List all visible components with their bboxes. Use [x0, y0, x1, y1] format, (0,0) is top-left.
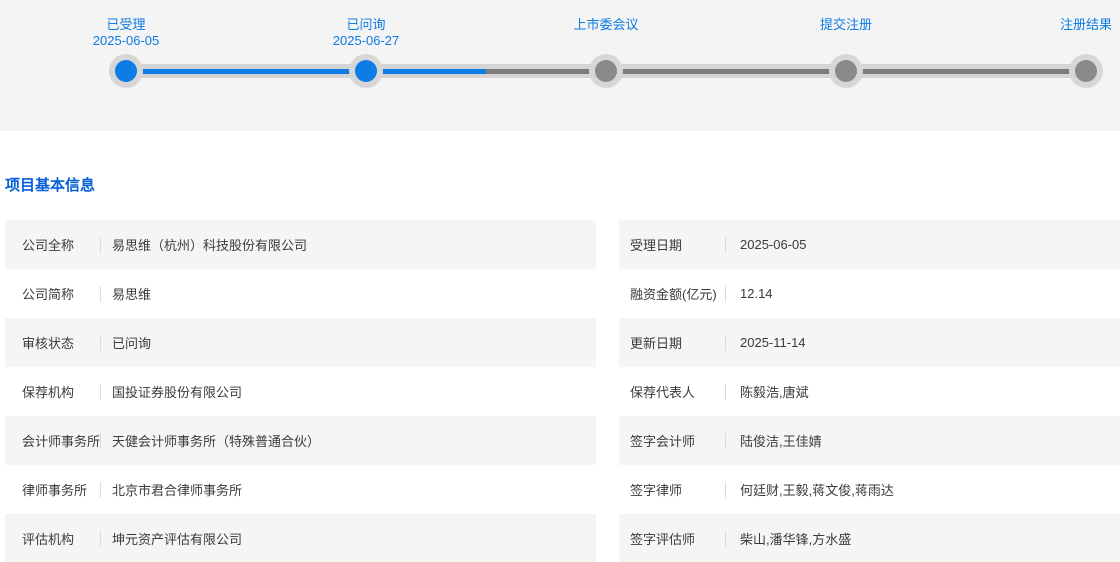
step-label: 注册结果 — [1060, 17, 1112, 33]
field-value: 天健会计师事务所（特殊普通合伙） — [112, 434, 321, 449]
step-node-icon — [589, 54, 623, 88]
field-value: 已问询 — [112, 336, 152, 351]
step-name: 提交注册 — [819, 17, 873, 32]
info-row: 融资金额(亿元) 12.14 — [619, 269, 1120, 318]
step-node-icon — [829, 54, 863, 88]
label-value-divider — [725, 383, 726, 400]
field-value: 2025-11-14 — [740, 335, 806, 350]
field-value: 陈毅浩,唐斌 — [740, 385, 809, 400]
step-node-dot — [1075, 60, 1097, 82]
field-value: 易思维 — [112, 287, 152, 302]
step-date: 2025-06-05 — [92, 33, 160, 48]
field-value: 何廷财,王毅,蒋文俊,蒋雨达 — [740, 483, 894, 498]
step-node-icon — [109, 54, 143, 88]
label-value-divider — [725, 432, 726, 449]
field-label: 会计师事务所 — [22, 434, 101, 449]
step-name: 已问询 — [346, 17, 386, 32]
step-name: 已受理 — [106, 17, 146, 32]
label-value-divider — [725, 236, 726, 253]
step-date: 2025-06-27 — [332, 33, 400, 48]
label-value-divider — [725, 285, 726, 302]
info-row: 审核状态 已问询 — [5, 318, 596, 367]
info-row: 评估机构 坤元资产评估有限公司 — [5, 514, 596, 562]
field-value: 国投证券股份有限公司 — [112, 385, 243, 400]
step-name: 上市委会议 — [573, 17, 639, 32]
label-value-divider — [100, 334, 101, 351]
label-value-divider — [725, 530, 726, 547]
field-label: 签字律师 — [630, 483, 683, 498]
label-value-divider — [100, 383, 101, 400]
info-row: 公司全称 易思维（杭州）科技股份有限公司 — [5, 220, 596, 269]
field-value: 北京市君合律师事务所 — [112, 483, 243, 498]
step-node-dot — [595, 60, 617, 82]
step-node-dot — [355, 60, 377, 82]
field-label: 融资金额(亿元) — [630, 287, 717, 302]
field-label: 审核状态 — [22, 336, 75, 351]
step-label: 已受理 2025-06-05 — [93, 17, 160, 49]
field-value: 易思维（杭州）科技股份有限公司 — [112, 238, 308, 253]
project-info-tables: 公司全称 易思维（杭州）科技股份有限公司 公司简称 易思维 审核状态 已问询 保荐机构… — [5, 220, 1120, 562]
info-row: 签字会计师 陆俊洁,王佳婧 — [619, 416, 1120, 465]
section-title: 项目基本信息 — [5, 177, 96, 194]
progress-line-completed — [126, 69, 486, 74]
field-label: 保荐机构 — [22, 385, 75, 400]
field-label: 受理日期 — [630, 238, 683, 253]
info-table-left: 公司全称 易思维（杭州）科技股份有限公司 公司简称 易思维 审核状态 已问询 保荐机构… — [5, 220, 596, 562]
step-node-dot — [115, 60, 137, 82]
field-value: 陆俊洁,王佳婧 — [740, 434, 822, 449]
field-label: 公司全称 — [22, 238, 75, 253]
label-value-divider — [100, 481, 101, 498]
field-value: 2025-06-05 — [740, 237, 807, 252]
label-value-divider — [100, 285, 101, 302]
step-label: 提交注册 — [820, 17, 872, 33]
info-row: 签字评估师 柴山,潘华锋,方水盛 — [619, 514, 1120, 562]
info-row: 公司简称 易思维 — [5, 269, 596, 318]
label-value-divider — [725, 481, 726, 498]
field-value: 12.14 — [740, 286, 773, 301]
step-node-icon — [1069, 54, 1103, 88]
info-row: 律师事务所 北京市君合律师事务所 — [5, 465, 596, 514]
info-row: 保荐代表人 陈毅浩,唐斌 — [619, 367, 1120, 416]
step-label: 已问询 2025-06-27 — [333, 17, 400, 49]
field-label: 签字评估师 — [630, 532, 696, 547]
audit-progress-panel: 已受理 2025-06-05 已问询 2025-06-27 上市委会议 提交注册… — [0, 0, 1120, 131]
step-node-icon — [349, 54, 383, 88]
field-value: 坤元资产评估有限公司 — [112, 532, 243, 547]
info-table-right: 受理日期 2025-06-05 融资金额(亿元) 12.14 更新日期 2025-11… — [619, 220, 1120, 562]
field-label: 公司简称 — [22, 287, 75, 302]
info-row: 受理日期 2025-06-05 — [619, 220, 1120, 269]
label-value-divider — [100, 432, 101, 449]
info-row: 签字律师 何廷财,王毅,蒋文俊,蒋雨达 — [619, 465, 1120, 514]
step-label: 上市委会议 — [573, 17, 638, 33]
field-label: 评估机构 — [22, 532, 75, 547]
info-row: 保荐机构 国投证券股份有限公司 — [5, 367, 596, 416]
field-label: 律师事务所 — [22, 483, 88, 498]
step-name: 注册结果 — [1059, 17, 1113, 32]
field-label: 签字会计师 — [630, 434, 696, 449]
step-node-dot — [835, 60, 857, 82]
info-row: 会计师事务所 天健会计师事务所（特殊普通合伙） — [5, 416, 596, 465]
info-row: 更新日期 2025-11-14 — [619, 318, 1120, 367]
field-value: 柴山,潘华锋,方水盛 — [740, 532, 852, 547]
field-label: 更新日期 — [630, 336, 683, 351]
label-value-divider — [100, 530, 101, 547]
label-value-divider — [725, 334, 726, 351]
label-value-divider — [100, 236, 101, 253]
progress-line-pending — [486, 69, 1086, 74]
field-label: 保荐代表人 — [630, 385, 696, 400]
